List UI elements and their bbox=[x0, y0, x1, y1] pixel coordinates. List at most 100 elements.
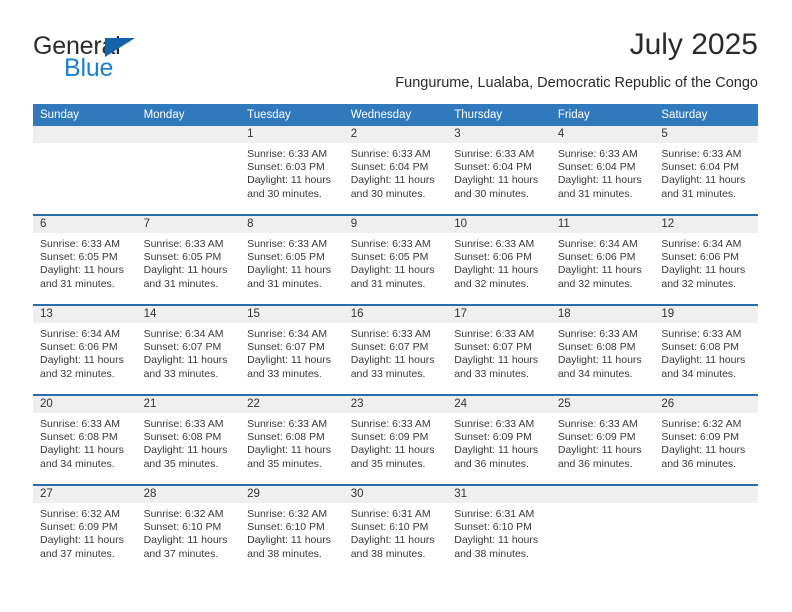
sunrise-time: Sunrise: 6:33 AM bbox=[454, 328, 535, 340]
day-number: 1 bbox=[240, 126, 344, 143]
sun-info: Sunrise: 6:33 AM Sunset: 6:08 PM Daylight:… bbox=[551, 323, 655, 381]
weekday-headers: Sunday Monday Tuesday Wednesday Thursday Frid… bbox=[33, 104, 758, 126]
calendar-day-cell[interactable]: 30 Sunrise: 6:31 AM Sunset: 6:10 PM Dayligh… bbox=[343, 484, 448, 574]
sunset-time: Sunset: 6:08 PM bbox=[557, 341, 636, 354]
calendar-day-cell[interactable]: 18 Sunrise: 6:33 AM Sunset: 6:08 PM Dayligh… bbox=[550, 304, 655, 395]
calendar-day-cell[interactable]: 17 Sunrise: 6:33 AM Sunset: 6:07 PM Dayligh… bbox=[447, 304, 551, 395]
daylight-duration-cont: and 30 minutes. bbox=[350, 187, 426, 200]
daylight-duration-cont: and 32 minutes. bbox=[661, 277, 737, 290]
day-cell-content: 19 Sunrise: 6:33 AM Sunset: 6:08 PM Dayligh… bbox=[654, 306, 758, 394]
daylight-duration: Daylight: 11 hours bbox=[557, 264, 642, 277]
day-number: 16 bbox=[343, 306, 448, 323]
calendar-day-cell[interactable]: 7 Sunrise: 6:33 AM Sunset: 6:05 PM Daylight… bbox=[136, 214, 241, 305]
daylight-duration-cont: and 35 minutes. bbox=[350, 457, 426, 470]
sun-info: Sunrise: 6:34 AM Sunset: 6:06 PM Daylight:… bbox=[551, 233, 655, 291]
sun-info: Sunrise: 6:33 AM Sunset: 6:08 PM Daylight:… bbox=[654, 323, 758, 381]
calendar-day-cell[interactable]: 1 Sunrise: 6:33 AM Sunset: 6:03 PM Daylight… bbox=[240, 126, 344, 215]
logo-text-blue: Blue bbox=[64, 54, 114, 82]
day-cell-content bbox=[136, 126, 241, 214]
calendar-day-cell[interactable]: 20 Sunrise: 6:33 AM Sunset: 6:08 PM Dayligh… bbox=[33, 394, 137, 485]
day-cell-content: 3 Sunrise: 6:33 AM Sunset: 6:04 PM Daylight… bbox=[447, 126, 551, 214]
calendar-day-cell[interactable]: 12 Sunrise: 6:34 AM Sunset: 6:06 PM Dayligh… bbox=[654, 214, 758, 305]
daylight-duration-cont: and 36 minutes. bbox=[661, 457, 737, 470]
calendar-day-cell[interactable]: 15 Sunrise: 6:34 AM Sunset: 6:07 PM Dayligh… bbox=[240, 304, 344, 395]
calendar-week-row: 27 Sunrise: 6:32 AM Sunset: 6:09 PM Dayligh… bbox=[33, 484, 758, 574]
calendar-day-cell[interactable]: 3 Sunrise: 6:33 AM Sunset: 6:04 PM Daylight… bbox=[447, 126, 551, 215]
calendar-day-cell[interactable]: 19 Sunrise: 6:33 AM Sunset: 6:08 PM Dayligh… bbox=[654, 304, 758, 395]
daylight-duration-cont: and 35 minutes. bbox=[247, 457, 322, 470]
calendar-day-cell[interactable]: 8 Sunrise: 6:33 AM Sunset: 6:05 PM Daylight… bbox=[240, 214, 344, 305]
day-cell-content: 31 Sunrise: 6:31 AM Sunset: 6:10 PM Dayligh… bbox=[447, 486, 551, 574]
daylight-duration-cont: and 33 minutes. bbox=[247, 367, 322, 380]
calendar-day-cell[interactable]: 14 Sunrise: 6:34 AM Sunset: 6:07 PM Dayligh… bbox=[136, 304, 241, 395]
daylight-duration-cont: and 31 minutes. bbox=[40, 277, 115, 290]
calendar-day-cell[interactable]: 16 Sunrise: 6:33 AM Sunset: 6:07 PM Dayligh… bbox=[343, 304, 448, 395]
daylight-duration-cont: and 34 minutes. bbox=[40, 457, 115, 470]
calendar-day-cell[interactable]: 10 Sunrise: 6:33 AM Sunset: 6:06 PM Dayligh… bbox=[447, 214, 551, 305]
calendar-day-cell[interactable]: 21 Sunrise: 6:33 AM Sunset: 6:08 PM Dayligh… bbox=[136, 394, 241, 485]
daylight-duration-cont: and 33 minutes. bbox=[143, 367, 219, 380]
calendar-day-cell[interactable]: 11 Sunrise: 6:34 AM Sunset: 6:06 PM Dayligh… bbox=[550, 214, 655, 305]
day-number: 8 bbox=[240, 216, 344, 233]
weekday-header-tuesday: Tuesday bbox=[240, 104, 344, 126]
sun-info: Sunrise: 6:33 AM Sunset: 6:06 PM Daylight:… bbox=[447, 233, 551, 291]
daylight-duration: Daylight: 11 hours bbox=[350, 264, 435, 277]
calendar-table: Sunday Monday Tuesday Wednesday Thursday Frid… bbox=[33, 104, 758, 574]
daylight-duration: Daylight: 11 hours bbox=[557, 444, 642, 457]
sun-info: Sunrise: 6:33 AM Sunset: 6:09 PM Daylight:… bbox=[344, 413, 448, 471]
day-number: 18 bbox=[550, 306, 655, 323]
sun-info: Sunrise: 6:33 AM Sunset: 6:03 PM Daylight:… bbox=[240, 143, 344, 201]
day-cell-content bbox=[654, 486, 758, 574]
calendar-day-cell[interactable]: 31 Sunrise: 6:31 AM Sunset: 6:10 PM Dayligh… bbox=[447, 484, 551, 574]
day-cell-content: 17 Sunrise: 6:33 AM Sunset: 6:07 PM Dayligh… bbox=[447, 306, 551, 394]
sunset-time: Sunset: 6:04 PM bbox=[557, 161, 636, 174]
calendar-day-cell[interactable]: 24 Sunrise: 6:33 AM Sunset: 6:09 PM Dayligh… bbox=[447, 394, 551, 485]
daylight-duration: Daylight: 11 hours bbox=[661, 264, 746, 277]
calendar-day-cell[interactable]: 25 Sunrise: 6:33 AM Sunset: 6:09 PM Dayligh… bbox=[550, 394, 655, 485]
day-cell-content: 23 Sunrise: 6:33 AM Sunset: 6:09 PM Dayligh… bbox=[343, 396, 448, 484]
day-number: 31 bbox=[447, 486, 551, 503]
daylight-duration: Daylight: 11 hours bbox=[247, 264, 331, 277]
sunset-time: Sunset: 6:08 PM bbox=[40, 431, 118, 444]
daylight-duration: Daylight: 11 hours bbox=[143, 264, 228, 277]
daylight-duration-cont: and 31 minutes. bbox=[661, 187, 737, 200]
calendar-day-cell[interactable]: 2 Sunrise: 6:33 AM Sunset: 6:04 PM Daylight… bbox=[343, 126, 448, 215]
daylight-duration-cont: and 37 minutes. bbox=[40, 547, 115, 560]
day-cell-content: 22 Sunrise: 6:33 AM Sunset: 6:08 PM Dayligh… bbox=[240, 396, 344, 484]
sun-info: Sunrise: 6:33 AM Sunset: 6:04 PM Daylight:… bbox=[344, 143, 448, 201]
day-cell-content: 8 Sunrise: 6:33 AM Sunset: 6:05 PM Daylight… bbox=[240, 216, 344, 304]
sun-info: Sunrise: 6:33 AM Sunset: 6:05 PM Daylight:… bbox=[344, 233, 448, 291]
sun-info: Sunrise: 6:33 AM Sunset: 6:08 PM Daylight:… bbox=[33, 413, 137, 471]
sunrise-time: Sunrise: 6:31 AM bbox=[454, 508, 535, 520]
day-number: 10 bbox=[447, 216, 551, 233]
calendar-day-cell[interactable]: 28 Sunrise: 6:32 AM Sunset: 6:10 PM Dayligh… bbox=[136, 484, 241, 574]
daylight-duration-cont: and 38 minutes. bbox=[247, 547, 322, 560]
sunset-time: Sunset: 6:10 PM bbox=[454, 521, 532, 534]
calendar-day-cell[interactable]: 4 Sunrise: 6:33 AM Sunset: 6:04 PM Daylight… bbox=[550, 126, 655, 215]
daylight-duration: Daylight: 11 hours bbox=[454, 354, 539, 367]
calendar-day-cell[interactable]: 26 Sunrise: 6:32 AM Sunset: 6:09 PM Dayligh… bbox=[654, 394, 758, 485]
day-number bbox=[136, 126, 241, 143]
calendar-day-cell[interactable]: 9 Sunrise: 6:33 AM Sunset: 6:05 PM Daylight… bbox=[343, 214, 448, 305]
sunset-time: Sunset: 6:05 PM bbox=[247, 251, 325, 264]
general-blue-logo[interactable]: General Blue bbox=[33, 32, 203, 88]
calendar-day-cell[interactable]: 27 Sunrise: 6:32 AM Sunset: 6:09 PM Dayligh… bbox=[33, 484, 137, 574]
daylight-duration: Daylight: 11 hours bbox=[661, 444, 746, 457]
day-number: 27 bbox=[33, 486, 137, 503]
calendar-day-cell[interactable]: 23 Sunrise: 6:33 AM Sunset: 6:09 PM Dayligh… bbox=[343, 394, 448, 485]
calendar-day-cell[interactable]: 22 Sunrise: 6:33 AM Sunset: 6:08 PM Dayligh… bbox=[240, 394, 344, 485]
sunrise-time: Sunrise: 6:33 AM bbox=[661, 148, 742, 160]
sunrise-time: Sunrise: 6:33 AM bbox=[350, 238, 431, 250]
calendar-day-cell[interactable]: 13 Sunrise: 6:34 AM Sunset: 6:06 PM Dayligh… bbox=[33, 304, 137, 395]
day-number bbox=[550, 486, 655, 503]
sunset-time: Sunset: 6:04 PM bbox=[350, 161, 429, 174]
sun-info: Sunrise: 6:32 AM Sunset: 6:10 PM Daylight:… bbox=[137, 503, 241, 561]
daylight-duration: Daylight: 11 hours bbox=[454, 174, 539, 187]
daylight-duration: Daylight: 11 hours bbox=[247, 174, 331, 187]
day-cell-content bbox=[33, 126, 137, 214]
calendar-day-cell[interactable]: 6 Sunrise: 6:33 AM Sunset: 6:05 PM Daylight… bbox=[33, 214, 137, 305]
daylight-duration: Daylight: 11 hours bbox=[350, 174, 435, 187]
calendar-day-cell[interactable]: 5 Sunrise: 6:33 AM Sunset: 6:04 PM Daylight… bbox=[654, 126, 758, 215]
day-cell-content: 14 Sunrise: 6:34 AM Sunset: 6:07 PM Dayligh… bbox=[136, 306, 241, 394]
calendar-day-cell[interactable]: 29 Sunrise: 6:32 AM Sunset: 6:10 PM Dayligh… bbox=[240, 484, 344, 574]
